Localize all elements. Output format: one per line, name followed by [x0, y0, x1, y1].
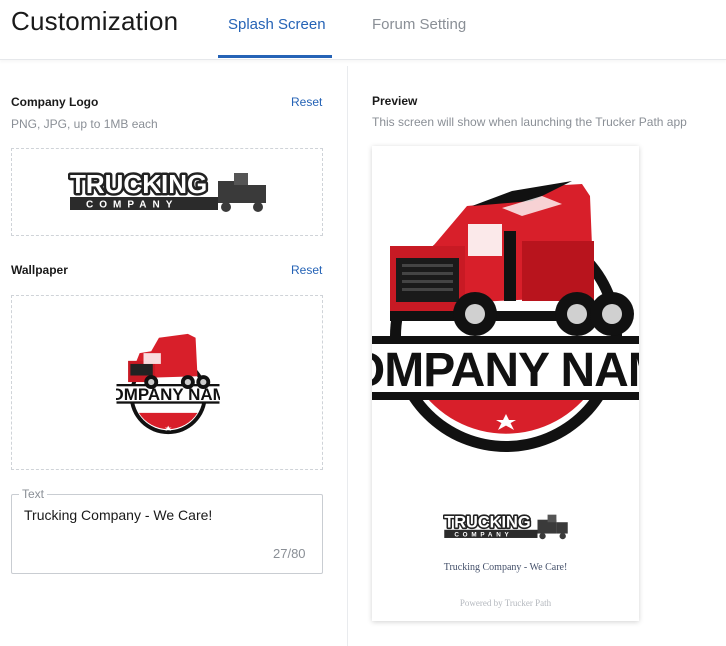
tab-splash-screen[interactable]: Splash Screen — [228, 16, 326, 33]
svg-text:TRUCKING: TRUCKING — [444, 513, 530, 531]
svg-text:COMPANY: COMPANY — [454, 531, 512, 538]
tab-forum-setting[interactable]: Forum Setting — [372, 16, 466, 33]
preview-description: This screen will show when launching the… — [372, 115, 687, 129]
wallpaper-label: Wallpaper — [11, 263, 68, 277]
svg-text:TRUCKING: TRUCKING — [70, 169, 207, 199]
preview-company-logo: TRUCKING TRUCKING COMPANY — [443, 512, 568, 540]
wallpaper-thumbnail: COMPANY NAME — [116, 333, 220, 435]
wallpaper-reset-link[interactable]: Reset — [291, 263, 322, 277]
preview-wallpaper-emblem: COMPANY NAME — [372, 181, 639, 452]
text-field-legend: Text — [19, 487, 48, 501]
company-logo-upload-area[interactable]: TRUCKING TRUCKING COMPANY — [11, 148, 323, 236]
svg-text:COMPANY NAME: COMPANY NAME — [372, 344, 639, 397]
company-logo-reset-link[interactable]: Reset — [291, 95, 322, 109]
company-logo-hint: PNG, JPG, up to 1MB each — [11, 117, 158, 131]
wallpaper-upload-area[interactable]: COMPANY NAME — [11, 295, 323, 470]
preview-label: Preview — [372, 94, 418, 108]
svg-text:COMPANY: COMPANY — [86, 200, 178, 211]
page-title: Customization — [11, 6, 179, 36]
page-header: Customization Splash Screen Forum Settin… — [0, 0, 726, 60]
splash-text-input[interactable] — [11, 494, 323, 574]
active-tab-indicator — [218, 55, 332, 58]
character-count: 27/80 — [273, 546, 306, 561]
panel-divider — [347, 66, 348, 646]
splash-preview-phone: COMPANY NAME TRUCKING TRUCKING COMPANY — [372, 146, 639, 621]
preview-caption: Trucking Company - We Care! — [443, 562, 568, 573]
company-logo-image: TRUCKING TRUCKING COMPANY — [68, 167, 266, 212]
company-logo-label: Company Logo — [11, 95, 99, 109]
preview-powered-by: Powered by Trucker Path — [459, 598, 552, 608]
text-field-value[interactable]: Trucking Company - We Care! — [24, 507, 212, 523]
